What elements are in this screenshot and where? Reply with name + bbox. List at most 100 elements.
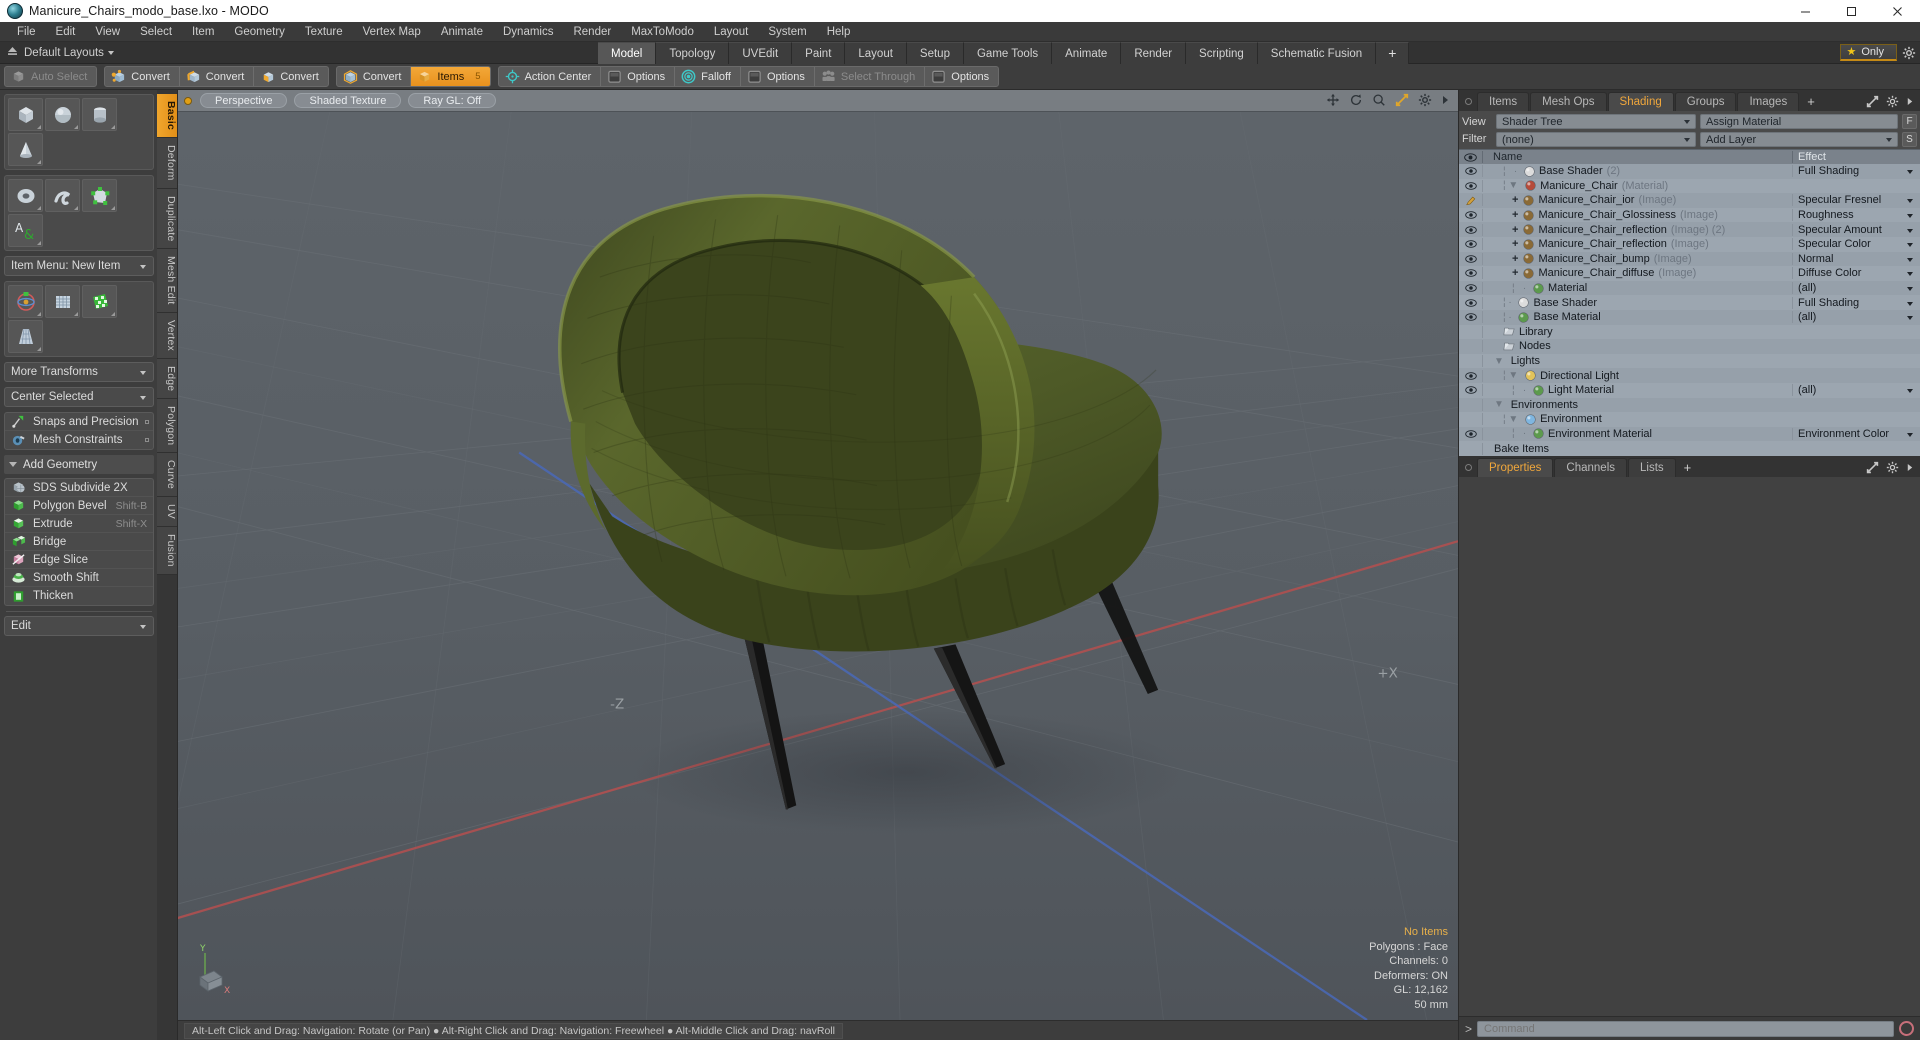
menu-geometry[interactable]: Geometry — [224, 22, 295, 42]
expand-plus-icon[interactable]: + — [1512, 209, 1518, 221]
snaps-and-precision-item[interactable]: Snaps and Precision — [5, 413, 154, 431]
shader-tree-row[interactable]: Nodes — [1459, 339, 1920, 354]
eye-icon[interactable] — [1459, 225, 1482, 234]
shader-tree-row[interactable]: ¦ · Material (all) — [1459, 280, 1920, 296]
vertical-tab-basic[interactable]: Basic — [157, 94, 177, 139]
brush-icon[interactable] — [1459, 195, 1482, 206]
chevron-down-icon[interactable] — [1907, 228, 1913, 233]
shader-tree-row[interactable]: ¦ · Base Shader (2) Full Shading — [1459, 164, 1920, 179]
toolbar-options-button[interactable]: Options — [601, 67, 676, 86]
expand-icon[interactable] — [1866, 461, 1879, 474]
menu-view[interactable]: View — [85, 22, 130, 42]
geometry-tool-sds-subdivide-2x[interactable]: SDS Subdivide 2X — [5, 479, 154, 497]
options-square-icon[interactable] — [145, 438, 150, 442]
toolbar-items-button[interactable]: Items 5 — [411, 67, 490, 86]
arrow-icon[interactable] — [1441, 94, 1450, 106]
expand-plus-icon[interactable]: + — [1512, 224, 1518, 236]
chevron-down-icon[interactable] — [1907, 272, 1913, 277]
vertical-tab-duplicate[interactable]: Duplicate — [157, 188, 177, 250]
viewport-raygl-button[interactable]: Ray GL: Off — [408, 93, 497, 108]
panel-tab-shading[interactable]: Shading — [1607, 92, 1674, 111]
vertical-tab-curve[interactable]: Curve — [157, 453, 177, 498]
shader-tree[interactable]: ¦ · Base Shader (2) Full Shading ¦ ▼ Manic… — [1459, 164, 1920, 456]
eye-icon[interactable] — [1459, 298, 1482, 307]
eye-icon[interactable] — [1459, 255, 1482, 263]
shader-tree-row[interactable]: ¦ · Environment Material Environment Colo… — [1459, 426, 1920, 442]
chevron-down-icon[interactable] — [1907, 199, 1913, 204]
toolbar-falloff-button[interactable]: Falloff — [675, 67, 741, 86]
torus-icon[interactable] — [8, 179, 43, 212]
polygon-tool-icon[interactable] — [82, 179, 117, 212]
shader-layer-effect[interactable]: Full Shading — [1792, 165, 1920, 178]
toolbar-convert-button[interactable]: Convert — [254, 67, 328, 86]
layout-tab-layout[interactable]: Layout — [845, 42, 907, 64]
chevron-down-icon[interactable] — [1907, 316, 1913, 321]
shader-layer-effect[interactable]: (all) — [1792, 282, 1920, 295]
rotate-icon[interactable] — [1349, 93, 1363, 107]
view-dropdown[interactable]: Shader Tree — [1496, 114, 1696, 129]
properties-tab-lists[interactable]: Lists — [1628, 457, 1676, 477]
shader-layer-effect[interactable]: Normal — [1792, 252, 1920, 265]
vertical-tab-uv[interactable]: UV — [157, 497, 177, 528]
panel-tab-add-button[interactable]: + — [1800, 92, 1822, 111]
properties-tab-add-button[interactable]: + — [1677, 458, 1699, 477]
shader-layer-effect[interactable]: Full Shading — [1792, 296, 1920, 309]
shader-tree-row[interactable]: ¦ · Light Material (all) — [1459, 382, 1920, 398]
shader-layer-effect[interactable]: Diffuse Color — [1792, 267, 1920, 280]
toolbar-options-button[interactable]: Options — [741, 67, 815, 86]
bend-icon[interactable] — [45, 285, 80, 318]
eye-icon[interactable] — [1459, 313, 1482, 322]
3d-viewport[interactable]: +X -Z No Items Polygons : Face Channels:… — [178, 112, 1458, 1020]
cone-icon[interactable] — [8, 133, 43, 166]
cube-icon[interactable] — [8, 98, 43, 131]
chevron-down-icon[interactable] — [1907, 214, 1913, 219]
layout-tab-setup[interactable]: Setup — [906, 42, 964, 64]
only-toggle-button[interactable]: ★ Only — [1839, 44, 1897, 61]
gear-icon[interactable] — [1418, 93, 1432, 107]
eye-icon[interactable] — [1459, 240, 1482, 249]
maximize-button[interactable] — [1828, 0, 1874, 22]
eye-icon[interactable] — [1459, 211, 1482, 219]
layout-tab-uvedit[interactable]: UVEdit — [729, 42, 793, 64]
taper-icon[interactable] — [8, 320, 43, 353]
layout-tab-animate[interactable]: Animate — [1052, 42, 1122, 64]
geometry-tool-bridge[interactable]: Bridge — [5, 533, 154, 551]
menu-help[interactable]: Help — [817, 22, 861, 42]
layout-tab-model[interactable]: Model — [598, 42, 657, 64]
shader-layer-effect[interactable]: Specular Amount — [1792, 223, 1920, 236]
eye-icon[interactable] — [1459, 152, 1482, 162]
menu-vertex-map[interactable]: Vertex Map — [353, 22, 431, 42]
properties-tab-channels[interactable]: Channels — [1554, 457, 1628, 477]
add-layer-button[interactable]: S — [1902, 131, 1917, 147]
item-menu-dropdown[interactable]: Item Menu: New Item — [4, 256, 155, 276]
spiral-icon[interactable] — [45, 179, 80, 212]
vertical-tab-edge[interactable]: Edge — [157, 358, 177, 400]
layout-tab-topology[interactable]: Topology — [656, 42, 730, 64]
shader-tree-row[interactable]: + Manicure_Chair_reflection (Image) Specul… — [1459, 236, 1920, 252]
toolbar-action-center-button[interactable]: Action Center — [499, 67, 602, 86]
gear-icon[interactable] — [1886, 461, 1899, 474]
shader-layer-effect[interactable]: Specular Color — [1792, 238, 1920, 251]
assign-material-button[interactable]: F — [1902, 114, 1917, 129]
panel-tab-images[interactable]: Images — [1737, 92, 1800, 111]
shader-tree-row[interactable]: ▼ Environments — [1459, 397, 1920, 413]
close-button[interactable] — [1874, 0, 1920, 22]
panel-menu-dot-icon[interactable] — [1465, 98, 1472, 105]
shader-layer-effect[interactable]: (all) — [1792, 384, 1920, 397]
shader-tree-row[interactable]: ¦ · Base Shader Full Shading — [1459, 295, 1920, 310]
edit-dropdown[interactable]: Edit — [4, 616, 155, 636]
menu-item[interactable]: Item — [182, 22, 224, 42]
arrow-icon[interactable] — [1906, 462, 1914, 473]
menu-dynamics[interactable]: Dynamics — [493, 22, 563, 42]
eye-icon[interactable] — [1459, 371, 1482, 380]
menu-select[interactable]: Select — [130, 22, 182, 42]
eye-icon[interactable] — [1459, 284, 1482, 292]
checker-deform-icon[interactable] — [82, 285, 117, 318]
command-input[interactable] — [1477, 1020, 1894, 1037]
expand-plus-icon[interactable]: + — [1512, 253, 1518, 265]
shader-tree-row[interactable]: + Manicure_Chair_ior (Image) Specular Fres… — [1459, 193, 1920, 208]
expand-plus-icon[interactable]: + — [1512, 194, 1518, 206]
vertical-tab-polygon[interactable]: Polygon — [157, 399, 177, 454]
vertical-tab-mesh-edit[interactable]: Mesh Edit — [157, 249, 177, 313]
shader-layer-effect[interactable]: Environment Color — [1792, 427, 1920, 440]
